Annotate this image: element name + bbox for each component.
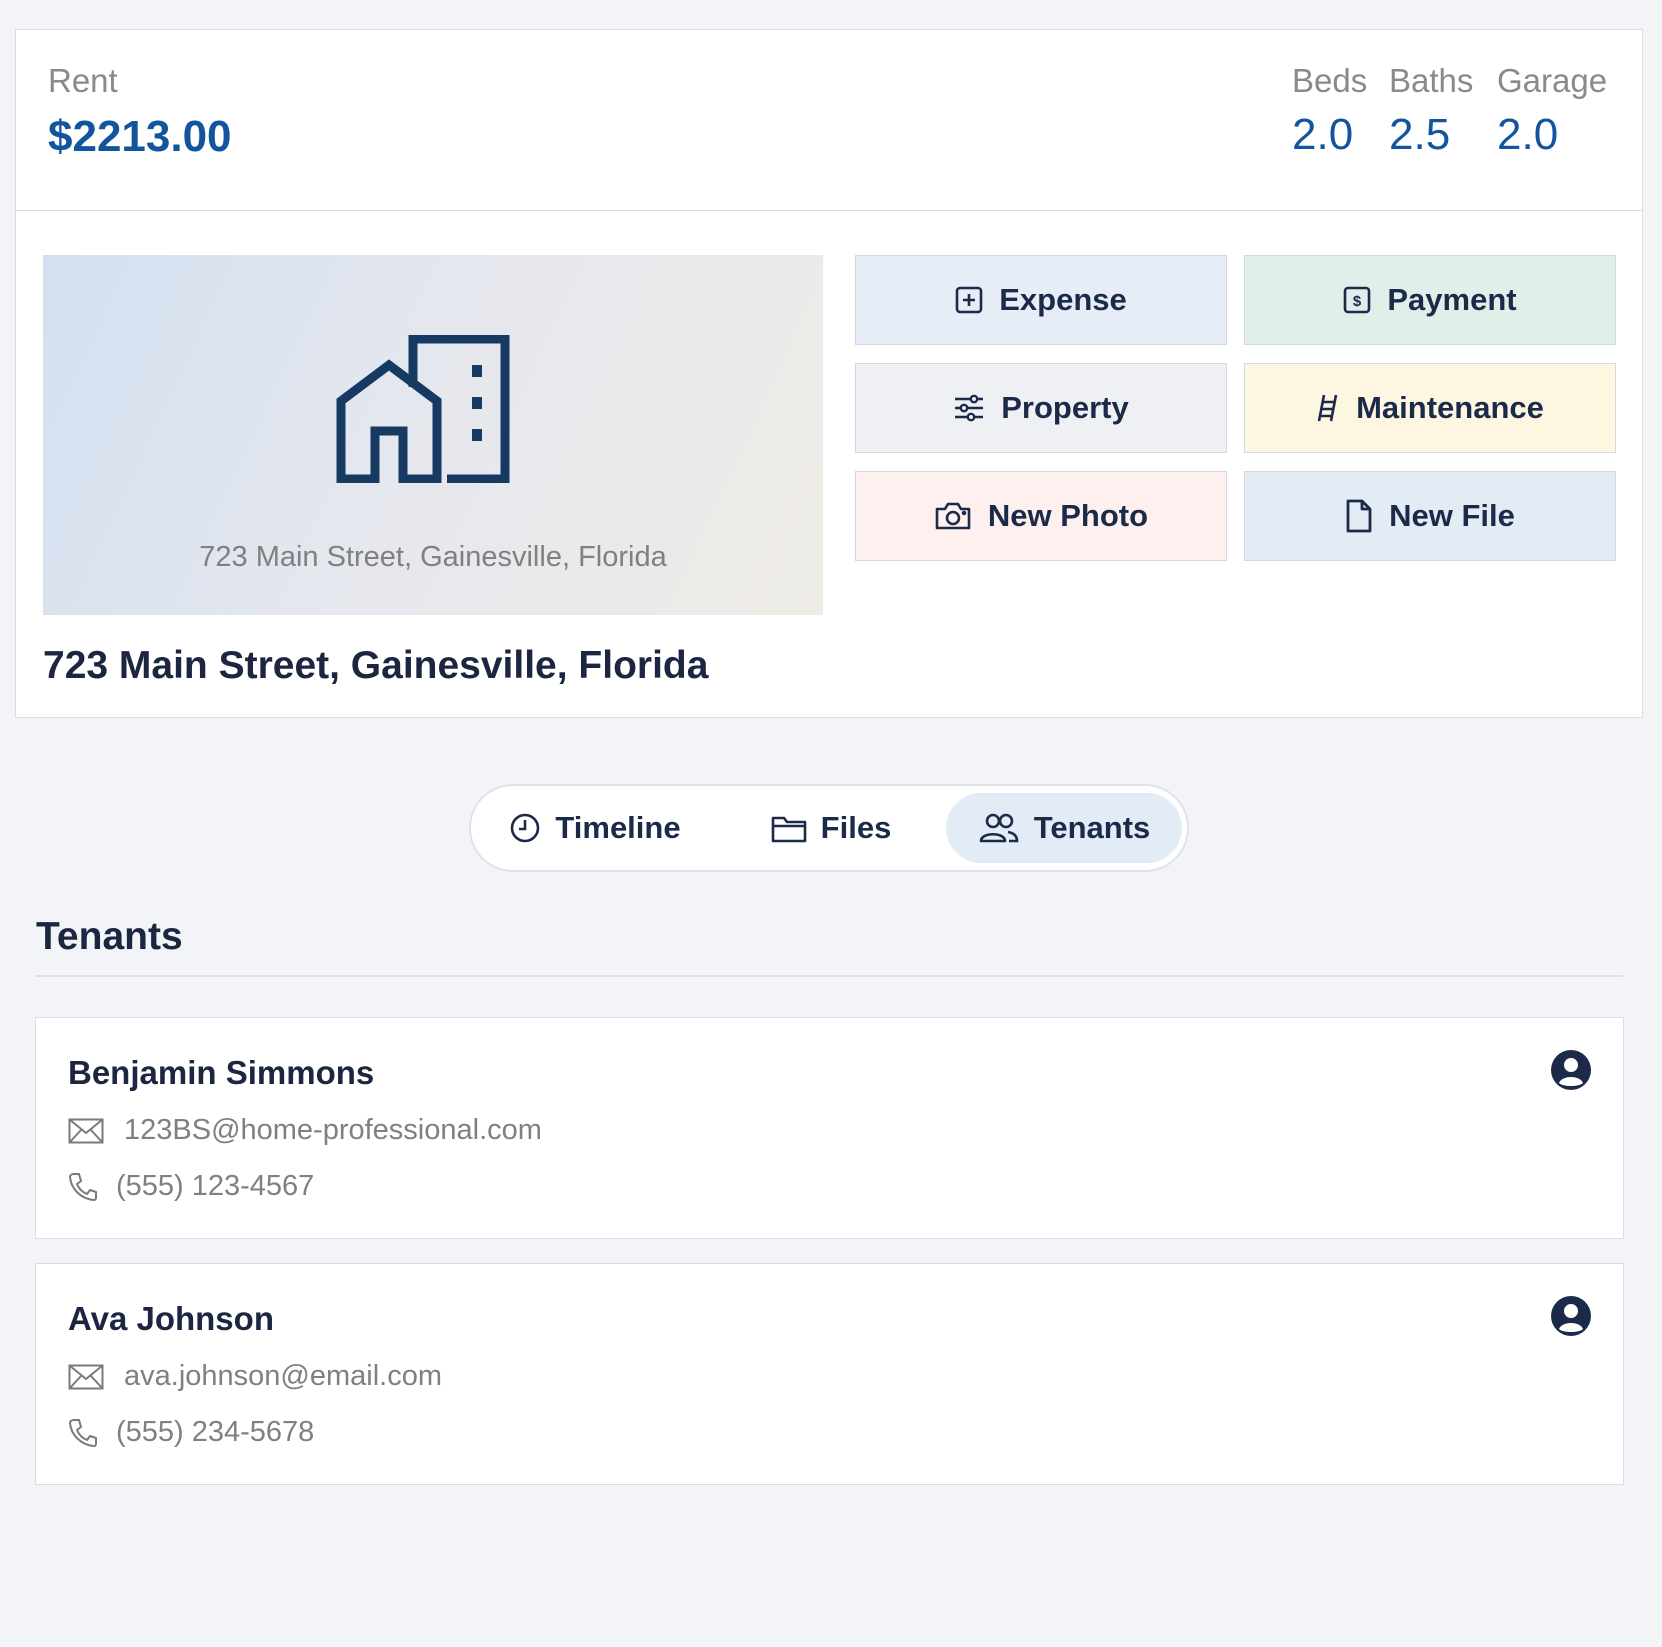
garage-stat: Garage 2.0 bbox=[1497, 62, 1607, 160]
tenant-phone[interactable]: (555) 123-4567 bbox=[116, 1170, 314, 1203]
folder-icon bbox=[771, 816, 806, 843]
tab-files[interactable]: Files bbox=[751, 793, 911, 863]
tab-tenants[interactable]: Tenants bbox=[946, 793, 1182, 863]
tab-timeline[interactable]: Timeline bbox=[495, 793, 695, 863]
sliders-icon bbox=[955, 394, 984, 422]
tenant-name: Benjamin Simmons bbox=[68, 1054, 375, 1091]
tenant-email[interactable]: 123BS@home-professional.com bbox=[124, 1114, 542, 1147]
baths-label: Baths bbox=[1389, 62, 1474, 99]
phone-icon bbox=[69, 1418, 97, 1447]
plus-square-icon bbox=[955, 286, 983, 314]
camera-icon bbox=[935, 502, 971, 530]
tenant-phone[interactable]: (555) 234-5678 bbox=[116, 1416, 314, 1449]
tenant-name: Ava Johnson bbox=[68, 1300, 274, 1337]
dollar-square-icon: $ bbox=[1344, 286, 1371, 314]
tenant-email-row: ava.johnson@email.com bbox=[68, 1360, 442, 1393]
phone-icon bbox=[69, 1172, 97, 1201]
section-tabs: Timeline Files Tenants bbox=[469, 784, 1189, 872]
property-card: Rent $2213.00 Beds 2.0 Baths 2.5 Garage … bbox=[15, 29, 1643, 718]
tenant-card[interactable]: Benjamin Simmons 123BS@home-professional… bbox=[35, 1017, 1624, 1239]
tenant-email-row: 123BS@home-professional.com bbox=[68, 1114, 542, 1147]
tab-files-label: Files bbox=[820, 810, 892, 845]
rent-value: $2213.00 bbox=[48, 112, 232, 161]
tab-timeline-label: Timeline bbox=[555, 810, 681, 845]
stats-row: Rent $2213.00 Beds 2.0 Baths 2.5 Garage … bbox=[16, 30, 1642, 211]
expense-label: Expense bbox=[999, 282, 1127, 317]
svg-text:$: $ bbox=[1353, 293, 1362, 310]
property-button[interactable]: Property bbox=[855, 363, 1227, 453]
section-divider bbox=[35, 975, 1623, 977]
ladder-icon bbox=[1317, 394, 1338, 422]
beds-stat: Beds 2.0 bbox=[1292, 62, 1367, 160]
tenant-phone-row: (555) 123-4567 bbox=[68, 1170, 314, 1203]
maintenance-label: Maintenance bbox=[1356, 390, 1544, 425]
tenant-email[interactable]: ava.johnson@email.com bbox=[124, 1360, 442, 1393]
property-address: 723 Main Street, Gainesville, Florida bbox=[43, 644, 709, 687]
mail-icon bbox=[68, 1118, 104, 1143]
expense-button[interactable]: Expense bbox=[855, 255, 1227, 345]
rent-label: Rent bbox=[48, 62, 118, 99]
property-label: Property bbox=[1001, 390, 1129, 425]
new-file-label: New File bbox=[1389, 498, 1515, 533]
user-avatar-icon[interactable] bbox=[1551, 1296, 1591, 1336]
clock-icon bbox=[511, 813, 540, 843]
tenant-phone-row: (555) 234-5678 bbox=[68, 1416, 314, 1449]
new-file-button[interactable]: New File bbox=[1244, 471, 1616, 561]
beds-value: 2.0 bbox=[1292, 110, 1354, 159]
new-photo-label: New Photo bbox=[987, 498, 1149, 533]
user-avatar-icon[interactable] bbox=[1551, 1050, 1591, 1090]
tenants-section-title: Tenants bbox=[36, 915, 183, 958]
garage-label: Garage bbox=[1497, 62, 1608, 99]
building-icon bbox=[336, 335, 510, 483]
file-icon bbox=[1346, 499, 1372, 533]
mail-icon bbox=[68, 1364, 104, 1389]
tab-tenants-label: Tenants bbox=[1033, 810, 1151, 845]
garage-value: 2.0 bbox=[1497, 110, 1559, 159]
payment-button[interactable]: $ Payment bbox=[1244, 255, 1616, 345]
image-caption: 723 Main Street, Gainesville, Florida bbox=[199, 541, 667, 573]
users-icon bbox=[979, 813, 1019, 843]
property-image[interactable]: 723 Main Street, Gainesville, Florida bbox=[43, 255, 823, 615]
baths-stat: Baths 2.5 bbox=[1389, 62, 1473, 160]
tenant-card[interactable]: Ava Johnson ava.johnson@email.com (555) … bbox=[35, 1263, 1624, 1485]
new-photo-button[interactable]: New Photo bbox=[855, 471, 1227, 561]
maintenance-button[interactable]: Maintenance bbox=[1244, 363, 1616, 453]
baths-value: 2.5 bbox=[1389, 110, 1451, 159]
beds-label: Beds bbox=[1292, 62, 1368, 99]
payment-label: Payment bbox=[1387, 282, 1517, 317]
